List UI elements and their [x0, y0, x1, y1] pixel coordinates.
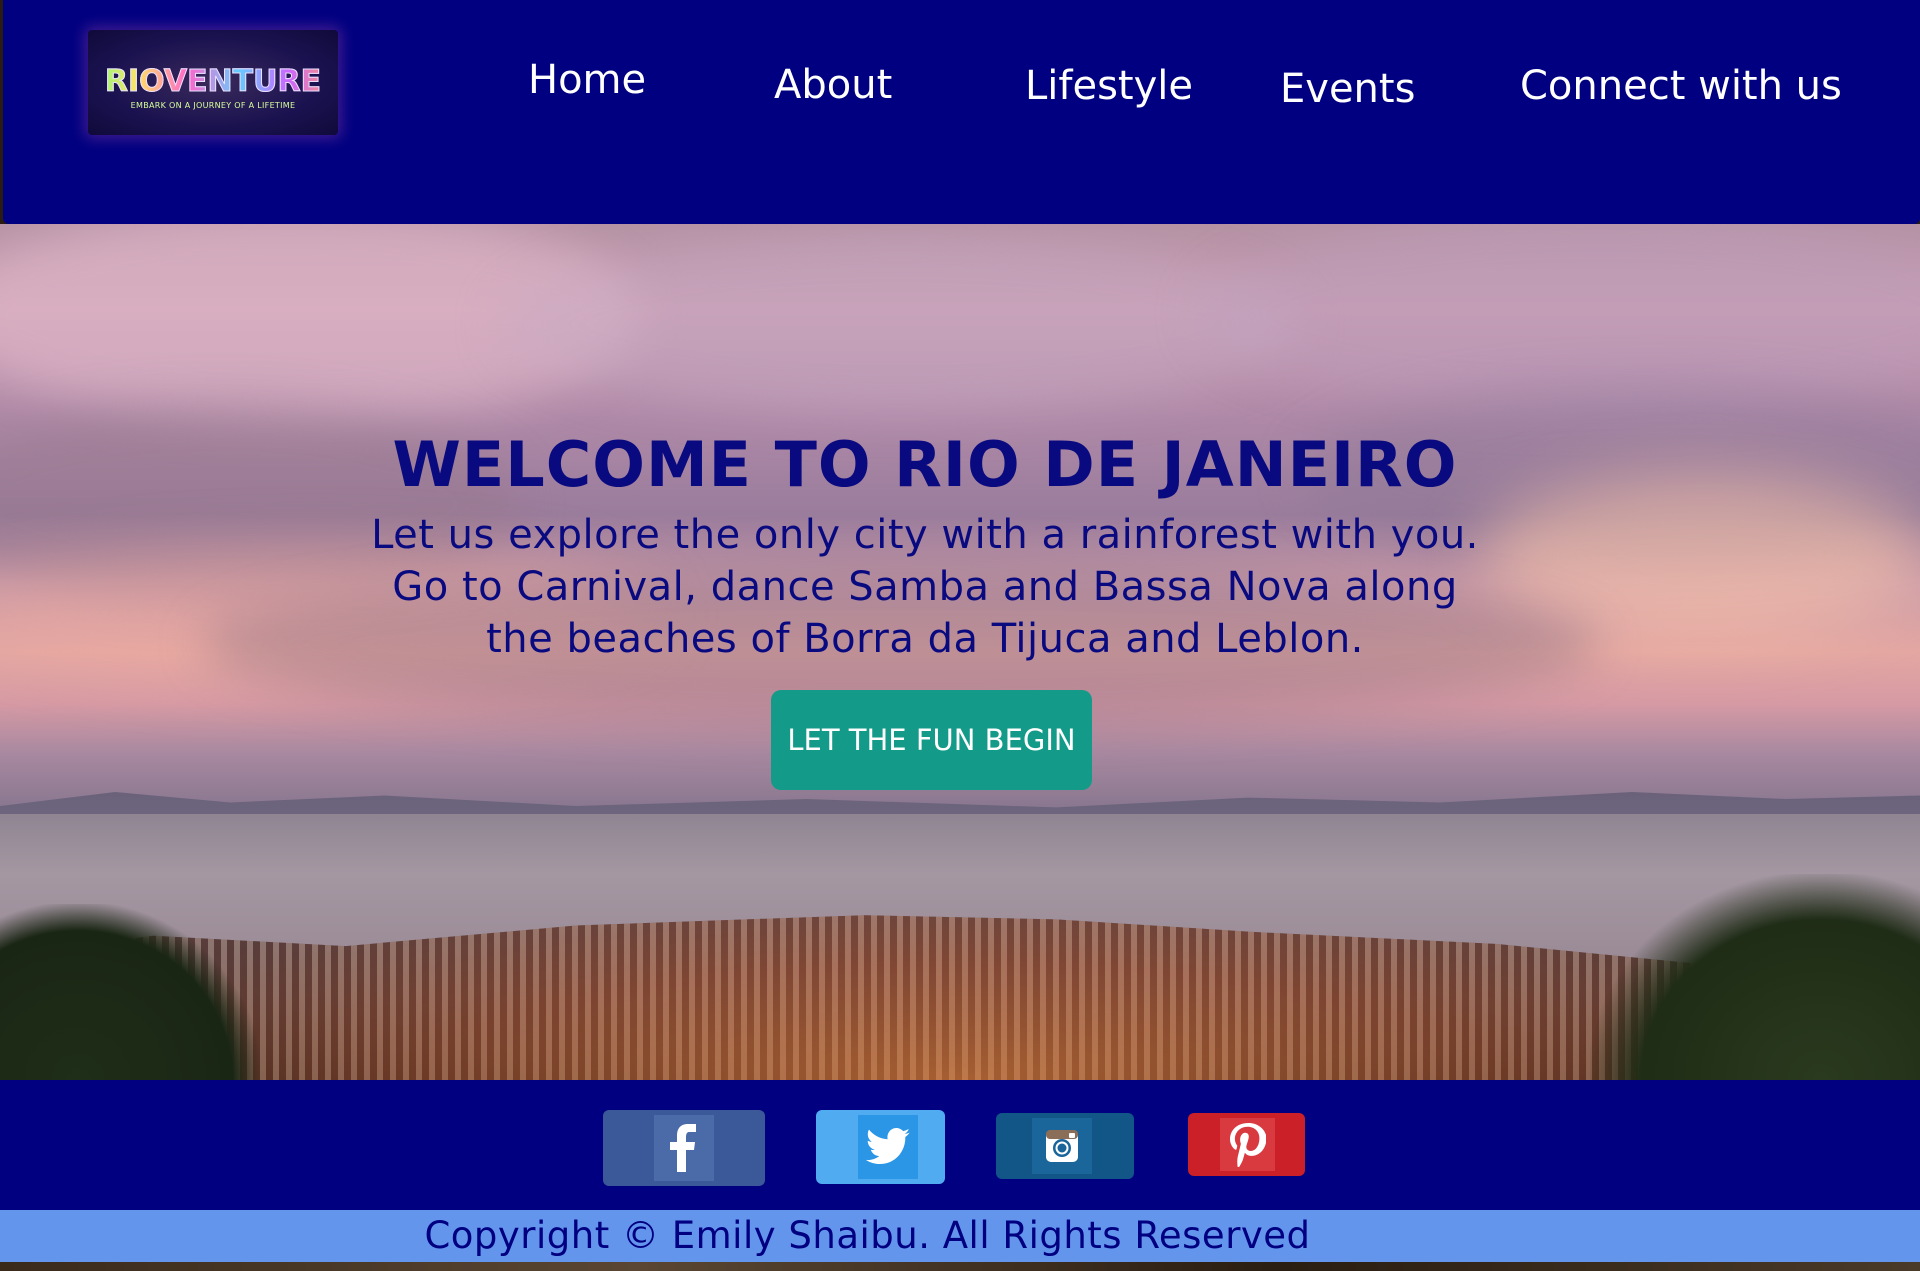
facebook-icon	[670, 1124, 696, 1172]
hero-line: Let us explore the only city with a rain…	[371, 512, 1479, 558]
site-logo[interactable]: RIOVENTURE EMBARK ON A JOURNEY OF A LIFE…	[88, 30, 338, 135]
social-bar	[0, 1080, 1920, 1210]
hero-description: Let us explore the only city with a rain…	[300, 509, 1550, 665]
logo-tagline: EMBARK ON A JOURNEY OF A LIFETIME	[130, 101, 296, 110]
hero-line: the beaches of Borra da Tijuca and Leblo…	[486, 616, 1364, 662]
instagram-button[interactable]	[996, 1113, 1134, 1179]
nav-about[interactable]: About	[774, 65, 892, 105]
facebook-button[interactable]	[603, 1110, 765, 1186]
site-footer: Copyright © Emily Shaibu. All Rights Res…	[0, 1210, 1920, 1262]
page-bottom-edge	[0, 1262, 1920, 1271]
let-the-fun-begin-button[interactable]: LET THE FUN BEGIN	[771, 690, 1092, 790]
nav-home[interactable]: Home	[528, 60, 646, 100]
hero-section: WELCOME TO RIO DE JANEIRO Let us explore…	[0, 224, 1920, 1080]
pinterest-button[interactable]	[1188, 1113, 1305, 1176]
nav-lifestyle[interactable]: Lifestyle	[1025, 66, 1193, 106]
nav-connect-with-us[interactable]: Connect with us	[1520, 66, 1842, 106]
instagram-icon	[1046, 1130, 1078, 1162]
site-header: RIOVENTURE EMBARK ON A JOURNEY OF A LIFE…	[3, 0, 1920, 224]
twitter-icon	[866, 1128, 910, 1164]
copyright-text: Copyright © Emily Shaibu. All Rights Res…	[424, 1214, 1311, 1257]
twitter-button[interactable]	[816, 1110, 945, 1184]
hero-line: Go to Carnival, dance Samba and Bassa No…	[392, 564, 1458, 610]
nav-events[interactable]: Events	[1280, 69, 1415, 109]
logo-title: RIOVENTURE	[88, 64, 338, 100]
pinterest-icon	[1229, 1122, 1266, 1167]
hero-title: WELCOME TO RIO DE JANEIRO	[392, 428, 1458, 501]
